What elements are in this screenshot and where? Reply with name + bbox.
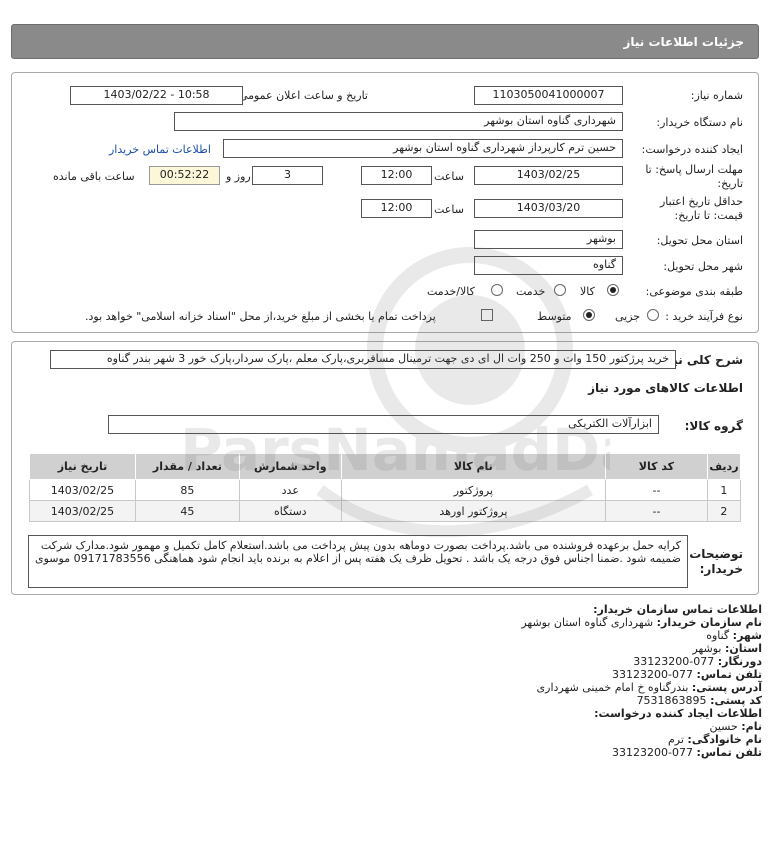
- process-minor-radio[interactable]: [647, 309, 659, 321]
- validity-label-2: قیمت: تا تاریخ:: [674, 209, 743, 222]
- city-label: شهر محل تحویل:: [663, 260, 743, 273]
- deadline-time-field[interactable]: 12:00: [361, 166, 432, 185]
- row-date: 1403/02/25: [29, 479, 136, 501]
- need-number-label: شماره نیاز:: [690, 89, 743, 102]
- city-value: گناوه: [706, 629, 730, 642]
- col-name: نام کالا: [340, 453, 607, 480]
- need-panel: شرح کلی نیاز: خرید پرژکتور 150 وات و 250…: [11, 341, 759, 595]
- row-index: 2: [706, 500, 742, 522]
- row-date: 1403/02/25: [29, 500, 136, 522]
- need-summary-field: خرید پرژکتور 150 وات و 250 وات ال ای دی …: [50, 350, 676, 369]
- row-index: 1: [706, 479, 742, 501]
- col-code: کد کالا: [605, 453, 708, 480]
- family-value: ترم: [667, 733, 684, 746]
- category-goods-label: کالا: [580, 285, 595, 298]
- days-field[interactable]: 3: [252, 166, 323, 185]
- page-title: جزئیات اطلاعات نیاز: [623, 35, 744, 49]
- deadline-time-label: ساعت: [434, 170, 464, 183]
- name-value: حسین: [709, 720, 738, 733]
- goods-section-title: اطلاعات کالاهای مورد نیاز: [588, 381, 743, 395]
- validity-time-field[interactable]: 12:00: [361, 199, 432, 218]
- announce-field[interactable]: 1403/02/22 - 10:58: [70, 86, 243, 105]
- table-row[interactable]: 1 -- پروژکتور عدد 85 1403/02/25: [29, 479, 742, 501]
- creator-contact-title: اطلاعات ایجاد کننده درخواست:: [594, 707, 762, 720]
- category-service-label: خدمت: [516, 285, 546, 298]
- process-medium-radio[interactable]: [583, 309, 595, 321]
- province-label-contact: استان:: [725, 642, 762, 655]
- contact-section: اطلاعات تماس سازمان خریدار: نام سازمان خ…: [0, 603, 762, 759]
- creator-phone-value: 077-33123200: [612, 746, 694, 759]
- process-label: نوع فرآیند خرید :: [665, 310, 743, 323]
- row-name: پروژکتور اورهد: [340, 500, 607, 522]
- process-minor-label: جزیی: [615, 310, 641, 323]
- table-row[interactable]: 2 -- پروژکتور اورهد دستگاه 45 1403/02/25: [29, 500, 742, 522]
- category-service-radio[interactable]: [554, 284, 566, 296]
- process-medium-label: متوسط: [537, 310, 572, 323]
- page-header: جزئیات اطلاعات نیاز: [11, 24, 759, 59]
- province-field[interactable]: بوشهر: [474, 230, 623, 249]
- city-field[interactable]: گناوه: [474, 256, 623, 275]
- info-panel: شماره نیاز: 1103050041000007 تاریخ و ساع…: [11, 72, 759, 333]
- creator-phone-label: تلفن تماس:: [696, 746, 762, 759]
- col-row: ردیف: [706, 453, 742, 480]
- postal-value: 7531863895: [636, 694, 707, 707]
- row-qty: 45: [134, 500, 240, 522]
- row-name: پروژکتور: [340, 479, 607, 501]
- name-label: نام:: [741, 720, 762, 733]
- announce-label: تاریخ و ساعت اعلان عمومی:: [235, 89, 368, 102]
- phone-value: 077-33123200: [612, 668, 694, 681]
- fax-label: دورنگار:: [717, 655, 762, 668]
- col-qty: تعداد / مقدار: [134, 453, 240, 480]
- payment-note: پرداخت تمام یا بخشی از مبلغ خرید،از محل …: [85, 310, 436, 323]
- col-date: تاریخ نیاز: [29, 453, 136, 480]
- days-label: روز و: [226, 170, 251, 183]
- deadline-label-2: تاریخ:: [717, 177, 743, 190]
- address-label: آدرس پستی:: [691, 681, 762, 694]
- org-value: شهرداری گناوه استان بوشهر: [521, 616, 654, 629]
- buyer-org-field[interactable]: شهرداری گناوه استان بوشهر: [174, 112, 623, 131]
- fax-value: 077-33123200: [633, 655, 715, 668]
- treasury-checkbox[interactable]: [481, 309, 493, 321]
- validity-time-label: ساعت: [434, 203, 464, 216]
- row-code: --: [605, 479, 708, 501]
- buyer-org-label: نام دستگاه خریدار:: [656, 116, 743, 129]
- buyer-contact-title: اطلاعات تماس سازمان خریدار:: [593, 603, 762, 616]
- province-value: بوشهر: [692, 642, 722, 655]
- col-unit: واحد شمارش: [238, 453, 342, 480]
- category-label: طبقه بندی موضوعی:: [645, 285, 743, 298]
- need-number-field[interactable]: 1103050041000007: [474, 86, 623, 105]
- goods-group-label: گروه کالا:: [684, 419, 743, 433]
- goods-table-header: ردیف کد کالا نام کالا واحد شمارش تعداد /…: [29, 453, 742, 480]
- goods-table: ردیف کد کالا نام کالا واحد شمارش تعداد /…: [29, 453, 742, 522]
- validity-date-field[interactable]: 1403/03/20: [474, 199, 623, 218]
- city-label-contact: شهر:: [732, 629, 762, 642]
- row-qty: 85: [134, 479, 240, 501]
- remaining-timer: 00:52:22: [149, 166, 220, 185]
- row-unit: دستگاه: [238, 500, 342, 522]
- deadline-label-1: مهلت ارسال پاسخ: تا: [645, 163, 743, 176]
- category-both-radio[interactable]: [491, 284, 503, 296]
- province-label: استان محل تحویل:: [656, 234, 743, 247]
- buyer-contact-link[interactable]: اطلاعات تماس خریدار: [109, 143, 211, 156]
- deadline-date-field[interactable]: 1403/02/25: [474, 166, 623, 185]
- org-label: نام سازمان خریدار:: [656, 616, 762, 629]
- creator-label: ایجاد کننده درخواست:: [641, 143, 743, 156]
- family-label: نام خانوادگی:: [687, 733, 762, 746]
- buyer-notes: کرایه حمل برعهده فروشنده می باشد.پرداخت …: [28, 535, 688, 588]
- row-code: --: [605, 500, 708, 522]
- category-both-label: کالا/خدمت: [427, 285, 475, 298]
- address-value: بندرگناوه خ امام خمینی شهرداری: [536, 681, 689, 694]
- remaining-label: ساعت باقی مانده: [53, 170, 135, 183]
- creator-field[interactable]: حسین ترم کارپرداز شهرداری گناوه استان بو…: [223, 139, 623, 158]
- postal-label: کد پستی:: [710, 694, 762, 707]
- notes-label-1: توضیحات: [689, 547, 743, 561]
- validity-label-1: حداقل تاریخ اعتبار: [659, 195, 743, 208]
- phone-label: تلفن تماس:: [696, 668, 762, 681]
- category-goods-radio[interactable]: [607, 284, 619, 296]
- row-unit: عدد: [238, 479, 342, 501]
- goods-group-field: ابزارآلات الکتریکی: [108, 415, 659, 434]
- notes-label-2: خریدار:: [699, 562, 743, 576]
